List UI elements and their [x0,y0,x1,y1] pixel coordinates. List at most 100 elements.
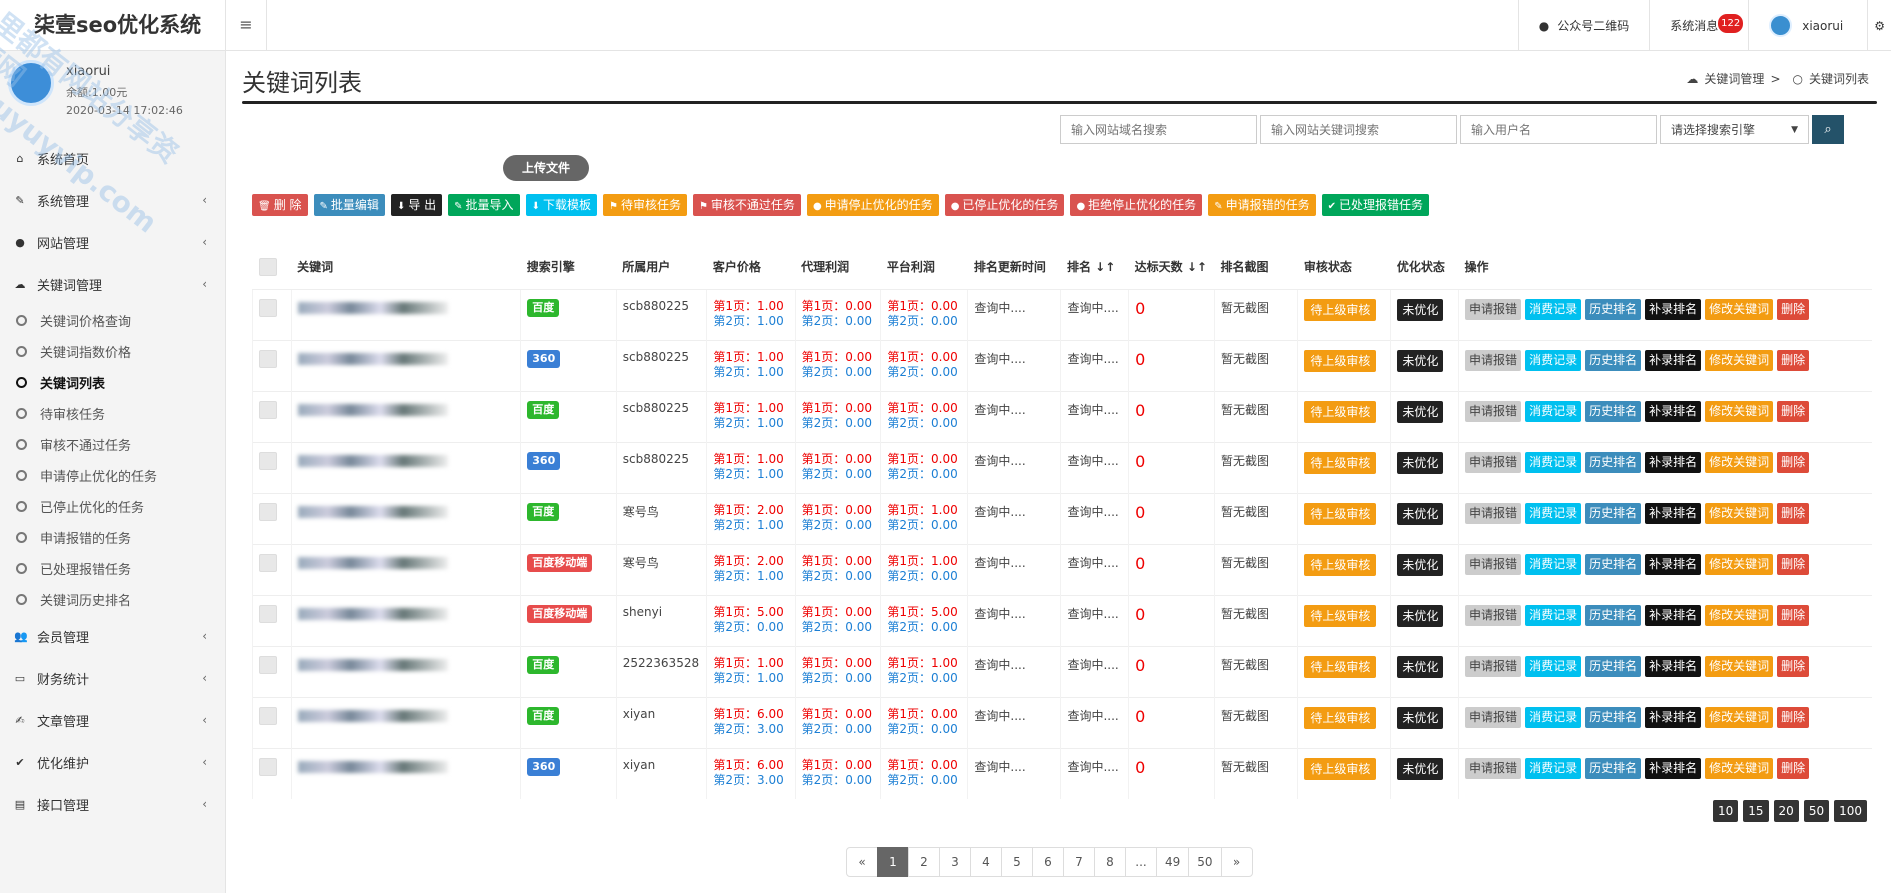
row-op-button-5[interactable]: 删除 [1777,451,1810,473]
toolbar-button-11[interactable]: ✔ 已处理报错任务 [1321,194,1429,216]
row-op-button-0[interactable]: 申请报错 [1465,604,1522,626]
engine-select[interactable]: 请选择搜索引擎 ▼ [1660,115,1809,144]
submenu-item-5[interactable]: 申请停止优化的任务 [0,460,225,491]
row-op-button-1[interactable]: 消费记录 [1525,757,1582,779]
page-link-5[interactable]: 5 [1001,847,1033,877]
row-checkbox[interactable] [259,604,277,623]
toolbar-button-5[interactable]: ⚑ 待审核任务 [602,194,687,216]
row-op-button-2[interactable]: 历史排名 [1585,502,1642,524]
toolbar-button-1[interactable]: ✎ 批量编辑 [313,194,385,216]
row-checkbox[interactable] [259,757,277,776]
domain-search-input[interactable] [1060,115,1257,144]
settings-gear-icon[interactable]: ⚙ [1867,0,1891,51]
toolbar-button-3[interactable]: ✎ 批量导入 [448,194,520,216]
row-op-button-2[interactable]: 历史排名 [1585,553,1642,575]
sidebar-item-1[interactable]: ✎ 系统管理 ‹ [0,179,225,221]
row-op-button-3[interactable]: 补录排名 [1645,298,1702,320]
row-op-button-0[interactable]: 申请报错 [1465,349,1522,371]
sidebar-item-0[interactable]: ⌂ 系统首页 [0,137,225,179]
row-op-button-1[interactable]: 消费记录 [1525,400,1582,422]
row-checkbox[interactable] [259,706,277,725]
toolbar-button-4[interactable]: ⬇ 下载模板 [525,194,597,216]
toolbar-button-10[interactable]: ✎ 申请报错的任务 [1208,194,1316,216]
submenu-item-0[interactable]: 关键词价格查询 [0,305,225,336]
submenu-item-9[interactable]: 关键词历史排名 [0,584,225,615]
toolbar-button-7[interactable]: ● 申请停止优化的任务 [806,194,939,216]
sidebar-item-4[interactable]: 👥 会员管理 ‹ [0,615,225,657]
row-op-button-3[interactable]: 补录排名 [1645,604,1702,626]
page-size-10[interactable]: 10 [1712,800,1739,822]
row-op-button-3[interactable]: 补录排名 [1645,502,1702,524]
row-op-button-0[interactable]: 申请报错 [1465,553,1522,575]
row-op-button-4[interactable]: 修改关键词 [1705,349,1774,371]
page-link-0[interactable]: « [846,847,878,877]
row-checkbox[interactable] [259,655,277,674]
row-op-button-0[interactable]: 申请报错 [1465,502,1522,524]
toolbar-button-8[interactable]: ● 已停止优化的任务 [944,194,1065,216]
row-checkbox[interactable] [259,451,277,470]
submenu-item-8[interactable]: 已处理报错任务 [0,553,225,584]
row-op-button-0[interactable]: 申请报错 [1465,757,1522,779]
row-op-button-2[interactable]: 历史排名 [1585,655,1642,677]
row-op-button-0[interactable]: 申请报错 [1465,451,1522,473]
row-op-button-4[interactable]: 修改关键词 [1705,298,1774,320]
page-size-100[interactable]: 100 [1834,800,1867,822]
page-size-15[interactable]: 15 [1743,800,1769,822]
row-checkbox[interactable] [259,349,277,368]
search-button[interactable]: ⌕ [1812,115,1844,144]
row-op-button-3[interactable]: 补录排名 [1645,349,1702,371]
page-link-10[interactable]: 49 [1156,847,1190,877]
row-op-button-5[interactable]: 删除 [1777,655,1810,677]
page-link-6[interactable]: 6 [1032,847,1064,877]
messages-link[interactable]: 系统消息 122 [1649,0,1748,51]
row-op-button-0[interactable]: 申请报错 [1465,655,1522,677]
page-link-4[interactable]: 4 [970,847,1002,877]
menu-toggle-icon[interactable]: ≡ [226,0,267,51]
page-link-12[interactable]: » [1220,847,1253,877]
sidebar-item-6[interactable]: ✍ 文章管理 ‹ [0,699,225,741]
row-op-button-1[interactable]: 消费记录 [1525,298,1582,320]
submenu-item-7[interactable]: 申请报错的任务 [0,522,225,553]
breadcrumb-keyword-mgmt[interactable]: 关键词管理 [1704,70,1764,87]
row-checkbox[interactable] [259,553,277,572]
page-link-8[interactable]: 8 [1094,847,1126,877]
wechat-qr-link[interactable]: ● 公众号二维码 [1517,0,1650,51]
sidebar-item-2[interactable]: ● 网站管理 ‹ [0,221,225,263]
submenu-item-2[interactable]: 关键词列表 [0,367,225,398]
brand-logo[interactable]: 柒壹seo优化系统 [0,0,226,51]
row-op-button-4[interactable]: 修改关键词 [1705,553,1774,575]
row-op-button-5[interactable]: 删除 [1777,757,1810,779]
row-op-button-4[interactable]: 修改关键词 [1705,502,1774,524]
column-header-10[interactable]: 达标天数 ↓↑ [1128,245,1215,290]
column-header-9[interactable]: 排名 ↓↑ [1060,245,1129,290]
row-op-button-5[interactable]: 删除 [1777,604,1810,626]
row-op-button-5[interactable]: 删除 [1777,502,1810,524]
row-op-button-2[interactable]: 历史排名 [1585,349,1642,371]
row-op-button-5[interactable]: 删除 [1777,349,1810,371]
row-op-button-3[interactable]: 补录排名 [1645,655,1702,677]
row-op-button-4[interactable]: 修改关键词 [1705,604,1774,626]
page-link-3[interactable]: 3 [939,847,971,877]
page-size-20[interactable]: 20 [1773,800,1799,822]
row-checkbox[interactable] [259,502,277,521]
row-op-button-4[interactable]: 修改关键词 [1705,706,1774,728]
toolbar-button-6[interactable]: ⚑ 审核不通过任务 [692,194,801,216]
row-op-button-4[interactable]: 修改关键词 [1705,757,1774,779]
submenu-item-1[interactable]: 关键词指数价格 [0,336,225,367]
row-op-button-1[interactable]: 消费记录 [1525,706,1582,728]
row-op-button-4[interactable]: 修改关键词 [1705,451,1774,473]
page-size-50[interactable]: 50 [1803,800,1830,822]
row-op-button-5[interactable]: 删除 [1777,298,1810,320]
row-op-button-2[interactable]: 历史排名 [1585,706,1642,728]
row-op-button-3[interactable]: 补录排名 [1645,451,1702,473]
row-op-button-1[interactable]: 消费记录 [1525,502,1582,524]
toolbar-button-2[interactable]: ⬇ 导 出 [390,194,443,216]
row-op-button-0[interactable]: 申请报错 [1465,706,1522,728]
row-op-button-1[interactable]: 消费记录 [1525,349,1582,371]
row-op-button-4[interactable]: 修改关键词 [1705,655,1774,677]
row-op-button-5[interactable]: 删除 [1777,400,1810,422]
row-op-button-5[interactable]: 删除 [1777,706,1810,728]
submenu-item-3[interactable]: 待审核任务 [0,398,225,429]
submenu-item-6[interactable]: 已停止优化的任务 [0,491,225,522]
row-op-button-0[interactable]: 申请报错 [1465,298,1522,320]
